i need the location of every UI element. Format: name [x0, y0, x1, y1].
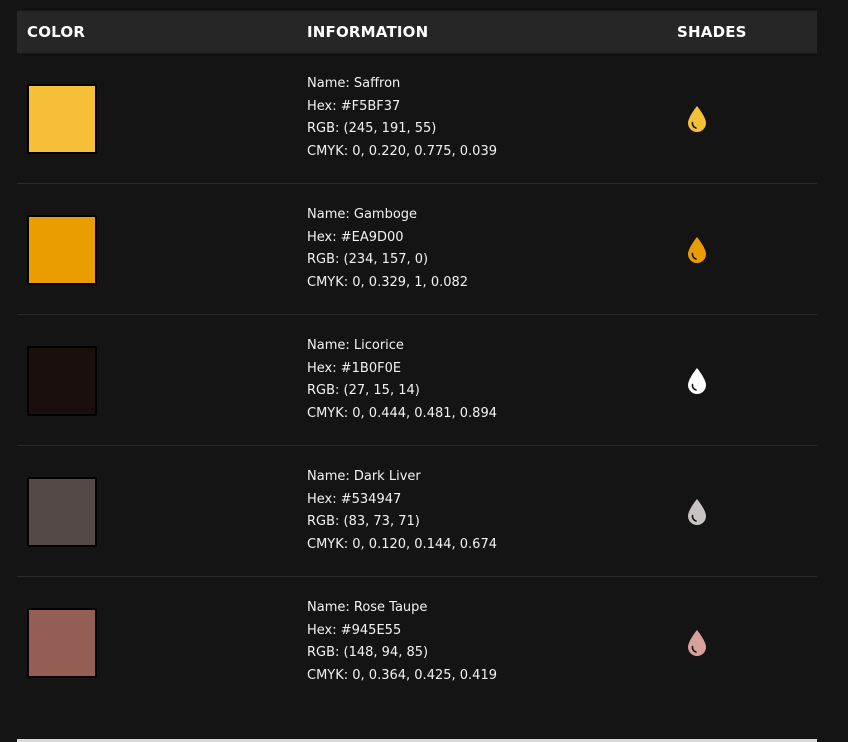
color-information: Name: Saffron Hex: #F5BF37 RGB: (245, 19…: [307, 73, 497, 163]
table-row: Name: Licorice Hex: #1B0F0E RGB: (27, 15…: [17, 315, 817, 446]
table-row: Name: Rose Taupe Hex: #945E55 RGB: (148,…: [17, 577, 817, 707]
shades-drop-icon[interactable]: [686, 367, 708, 395]
color-swatch: [27, 608, 97, 678]
header-information: INFORMATION: [307, 23, 429, 41]
color-name: Name: Rose Taupe: [307, 600, 428, 615]
shades-drop-icon[interactable]: [686, 498, 708, 526]
color-cmyk: CMYK: 0, 0.329, 1, 0.082: [307, 274, 469, 290]
color-information: Name: Dark Liver Hex: #534947 RGB: (83, …: [307, 466, 497, 556]
header-shades: SHADES: [677, 23, 747, 41]
color-swatch: [27, 84, 97, 154]
color-swatch: [27, 477, 97, 547]
color-information: Name: Gamboge Hex: #EA9D00 RGB: (234, 15…: [307, 204, 468, 294]
color-hex: Hex: #F5BF37: [307, 98, 401, 114]
shades-drop-icon[interactable]: [686, 105, 708, 133]
color-name: Name: Gamboge: [307, 207, 418, 222]
color-hex: Hex: #1B0F0E: [307, 360, 402, 376]
color-table: COLOR INFORMATION SHADES Name: Saffron H…: [17, 11, 817, 707]
color-name: Name: Dark Liver: [307, 469, 421, 484]
color-rgb: RGB: (83, 73, 71): [307, 514, 420, 529]
color-cmyk: CMYK: 0, 0.120, 0.144, 0.674: [307, 536, 497, 552]
table-row: Name: Saffron Hex: #F5BF37 RGB: (245, 19…: [17, 53, 817, 184]
table-row: Name: Dark Liver Hex: #534947 RGB: (83, …: [17, 446, 817, 577]
color-rgb: RGB: (148, 94, 85): [307, 645, 429, 660]
shades-drop-icon[interactable]: [686, 236, 708, 264]
color-hex: Hex: #945E55: [307, 622, 402, 638]
color-hex: Hex: #EA9D00: [307, 229, 404, 245]
table-row: Name: Gamboge Hex: #EA9D00 RGB: (234, 15…: [17, 184, 817, 315]
color-cmyk: CMYK: 0, 0.444, 0.481, 0.894: [307, 405, 497, 421]
table-body: Name: Saffron Hex: #F5BF37 RGB: (245, 19…: [17, 53, 817, 707]
color-rgb: RGB: (234, 157, 0): [307, 252, 429, 267]
table-header: COLOR INFORMATION SHADES: [17, 11, 817, 53]
color-name: Name: Licorice: [307, 338, 404, 353]
color-hex: Hex: #534947: [307, 491, 402, 507]
color-information: Name: Rose Taupe Hex: #945E55 RGB: (148,…: [307, 597, 497, 687]
color-cmyk: CMYK: 0, 0.220, 0.775, 0.039: [307, 143, 497, 159]
color-swatch: [27, 215, 97, 285]
color-cmyk: CMYK: 0, 0.364, 0.425, 0.419: [307, 667, 497, 683]
color-rgb: RGB: (245, 191, 55): [307, 121, 437, 136]
color-information: Name: Licorice Hex: #1B0F0E RGB: (27, 15…: [307, 335, 497, 425]
color-swatch: [27, 346, 97, 416]
color-rgb: RGB: (27, 15, 14): [307, 383, 420, 398]
header-color: COLOR: [27, 23, 86, 41]
shades-drop-icon[interactable]: [686, 629, 708, 657]
color-name: Name: Saffron: [307, 76, 401, 91]
